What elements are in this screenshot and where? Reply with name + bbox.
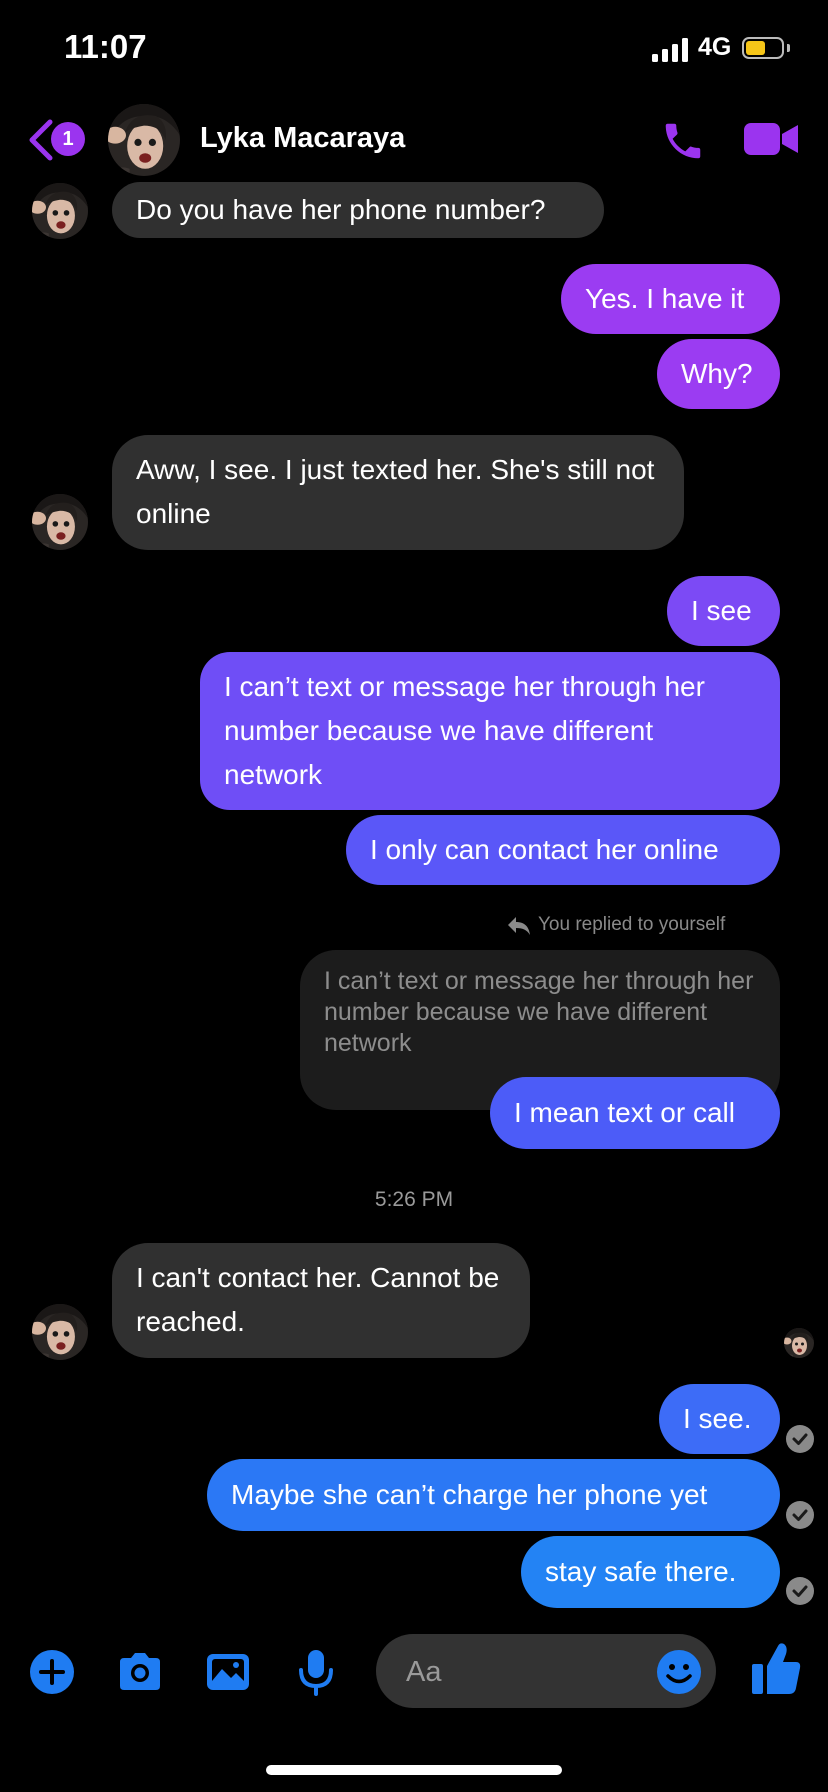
contact-avatar[interactable] xyxy=(108,104,180,176)
contact-name[interactable]: Lyka Macaraya xyxy=(200,122,405,155)
outgoing-message[interactable]: I mean text or call xyxy=(490,1077,780,1149)
status-time: 11:07 xyxy=(64,28,147,65)
plus-icon[interactable] xyxy=(28,1648,76,1696)
phone-icon[interactable] xyxy=(660,118,706,164)
incoming-message[interactable]: Do you have her phone number? xyxy=(112,182,604,238)
outgoing-message[interactable]: Maybe she can’t charge her phone yet xyxy=(207,1459,780,1531)
battery-tip xyxy=(787,44,790,52)
sender-avatar[interactable] xyxy=(32,494,88,550)
outgoing-message[interactable]: I only can contact her online xyxy=(346,815,780,885)
unread-badge[interactable]: 1 xyxy=(51,122,85,156)
network-type: 4G xyxy=(698,33,732,61)
thumbs-up-icon[interactable] xyxy=(750,1640,802,1696)
check-icon xyxy=(786,1577,814,1605)
reply-arrow-icon xyxy=(508,917,530,935)
battery-icon xyxy=(742,37,784,59)
camera-icon[interactable] xyxy=(116,1648,164,1696)
message-composer[interactable] xyxy=(376,1634,716,1708)
sender-avatar[interactable] xyxy=(32,1304,88,1360)
outgoing-message[interactable]: I see xyxy=(667,576,780,646)
outgoing-message[interactable]: Yes. I have it xyxy=(561,264,780,334)
seen-avatar xyxy=(784,1328,814,1358)
image-icon[interactable] xyxy=(204,1648,252,1696)
emoji-icon[interactable] xyxy=(656,1649,702,1695)
check-icon xyxy=(786,1425,814,1453)
reply-label: You replied to yourself xyxy=(538,914,726,935)
message-input[interactable] xyxy=(404,1648,638,1696)
incoming-message[interactable]: Aww, I see. I just texted her. She's sti… xyxy=(112,435,684,550)
outgoing-message[interactable]: stay safe there. xyxy=(521,1536,780,1608)
video-camera-icon[interactable] xyxy=(744,121,798,157)
check-icon xyxy=(786,1501,814,1529)
outgoing-message[interactable]: I see. xyxy=(659,1384,780,1454)
microphone-icon[interactable] xyxy=(292,1648,340,1696)
battery-level xyxy=(746,41,765,55)
outgoing-message[interactable]: Why? xyxy=(657,339,780,409)
outgoing-message[interactable]: I can’t text or message her through her … xyxy=(200,652,780,810)
sender-avatar[interactable] xyxy=(32,183,88,239)
home-indicator[interactable] xyxy=(266,1765,562,1775)
signal-strength-icon xyxy=(652,38,688,62)
incoming-message[interactable]: I can't contact her. Cannot be reached. xyxy=(112,1243,530,1358)
timestamp: 5:26 PM xyxy=(374,1188,454,1211)
